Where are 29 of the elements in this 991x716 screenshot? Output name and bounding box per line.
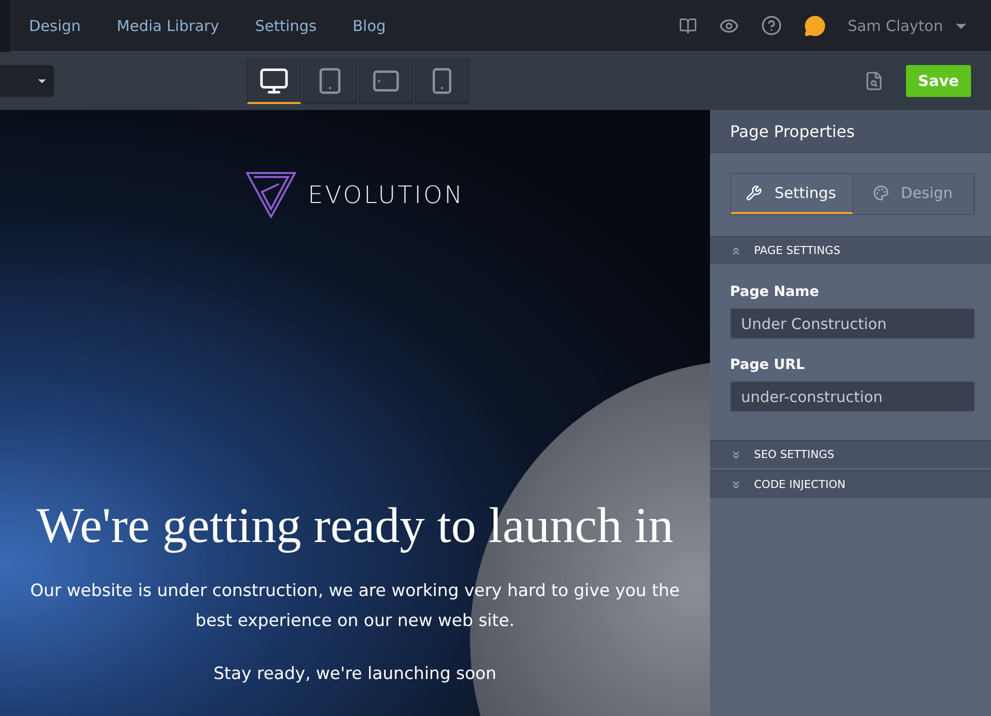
- chat-bubble-icon[interactable]: [804, 14, 826, 36]
- logo-text: EVOLUTION: [308, 181, 464, 209]
- input-field[interactable]: under-construction: [730, 381, 975, 412]
- hero-tagline: Stay ready, we're launching soon: [214, 664, 496, 684]
- wrench-icon: [746, 185, 762, 201]
- user-menu[interactable]: Sam Clayton: [848, 16, 969, 34]
- panel-title: Page Properties: [710, 110, 991, 153]
- section-header[interactable]: PAGE SETTINGS: [710, 236, 991, 264]
- chevrons-down-icon: [730, 448, 742, 460]
- device-button[interactable]: [247, 58, 301, 104]
- file-search-icon[interactable]: [864, 71, 884, 91]
- monitor-icon: [259, 66, 289, 96]
- hero-text: Our website is under construction, we are working very hard to give you the best experience on our new web site.: [29, 580, 681, 633]
- nav-link[interactable]: Media Library: [116, 16, 220, 34]
- section-header[interactable]: CODE INJECTION: [710, 470, 991, 498]
- section-header[interactable]: SEO SETTINGS: [710, 440, 991, 468]
- chevrons-down-icon: [730, 478, 742, 490]
- input-field[interactable]: Under Construction: [730, 308, 975, 339]
- chevrons-up-icon: [730, 244, 742, 256]
- nav-link[interactable]: Blog: [352, 16, 386, 34]
- field-label: Page URL: [730, 357, 806, 373]
- panel-tab[interactable]: Settings: [731, 174, 852, 214]
- nav-link[interactable]: Settings: [255, 16, 317, 34]
- nav-link[interactable]: Design: [29, 16, 81, 34]
- palette-icon: [872, 185, 889, 201]
- book-icon[interactable]: [678, 16, 697, 34]
- field-label: Page Name: [730, 284, 820, 300]
- help-icon[interactable]: [760, 15, 782, 36]
- triangle-logo-icon: [246, 172, 296, 218]
